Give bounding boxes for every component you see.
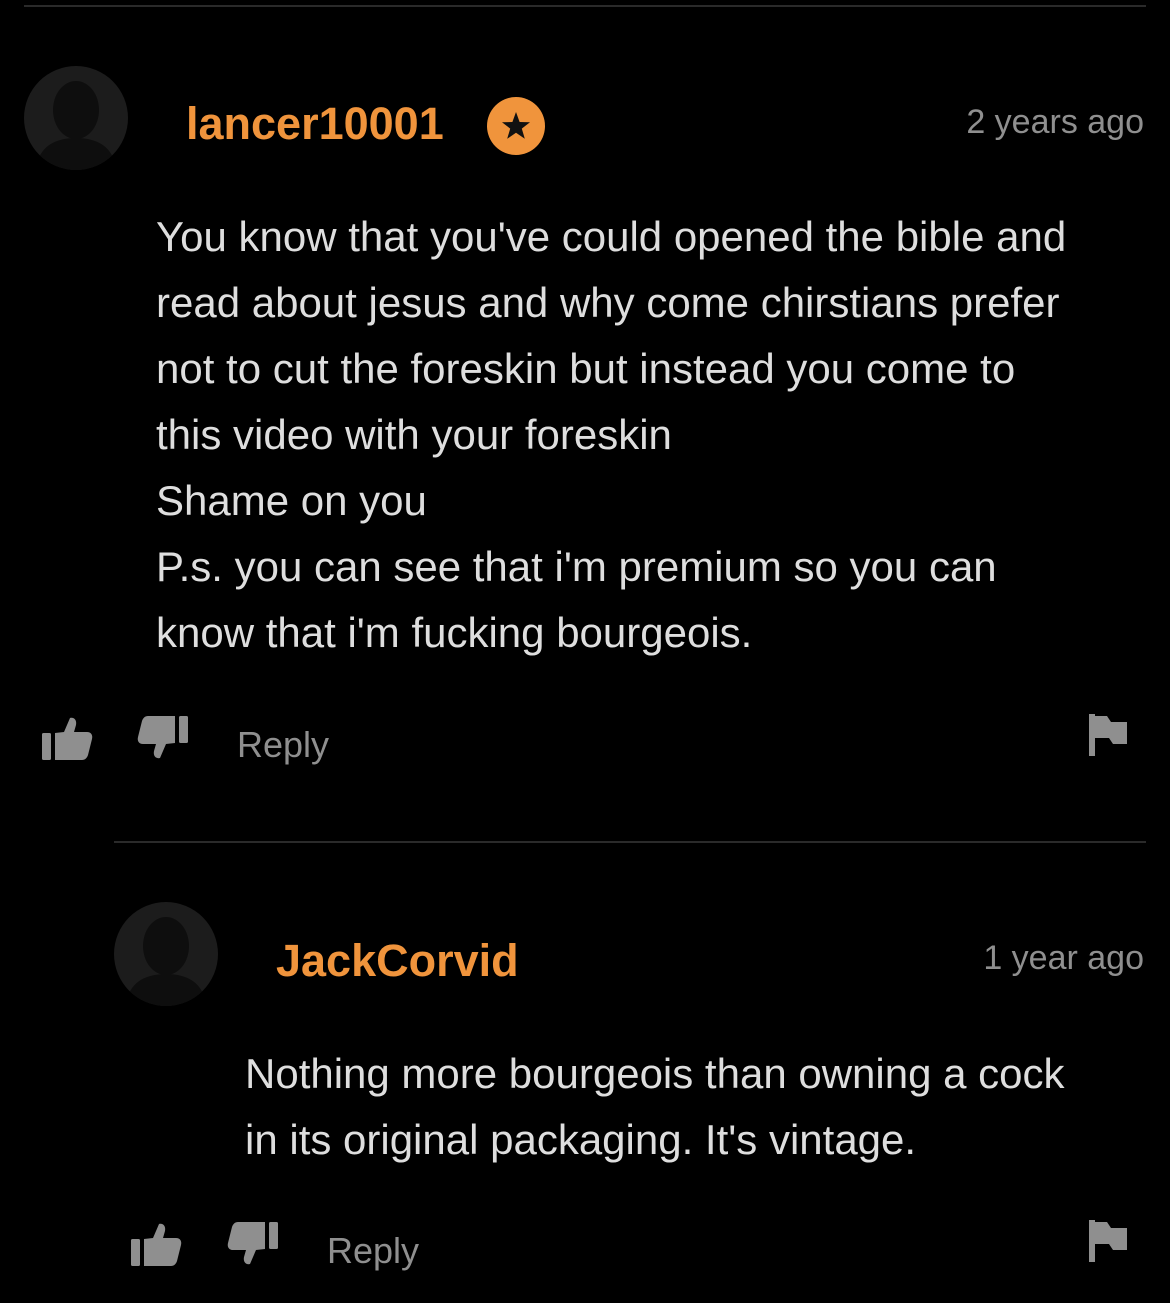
- reply-button[interactable]: Reply: [327, 1233, 419, 1269]
- comment-line: You know that you've could opened the bi…: [156, 213, 1067, 260]
- top-divider: [24, 5, 1146, 7]
- comment-line: Shame on you: [156, 477, 427, 524]
- reply-divider: [114, 841, 1146, 843]
- thumbs-up-icon[interactable]: [129, 1222, 183, 1268]
- comment-line: not to cut the foreskin but instead you …: [156, 345, 1016, 392]
- comment-line: Nothing more bourgeois than owning a coc…: [245, 1050, 1065, 1097]
- username[interactable]: lancer10001: [186, 101, 444, 146]
- timestamp: 2 years ago: [966, 103, 1144, 141]
- comment-line: in its original packaging. It's vintage.: [245, 1116, 917, 1163]
- comment-line: this video with your foreskin: [156, 411, 672, 458]
- flag-icon[interactable]: [1087, 1218, 1129, 1264]
- comment-line: read about jesus and why come chirstians…: [156, 279, 1060, 326]
- user-silhouette-icon: [36, 81, 116, 170]
- username[interactable]: JackCorvid: [276, 938, 519, 983]
- avatar[interactable]: [24, 66, 128, 170]
- comment-text: You know that you've could opened the bi…: [156, 204, 1066, 666]
- thumbs-down-icon[interactable]: [136, 714, 190, 760]
- star-icon: [502, 112, 530, 139]
- comment-line: know that i'm fucking bourgeois.: [156, 609, 753, 656]
- premium-badge: [487, 97, 545, 155]
- thumbs-down-icon[interactable]: [226, 1220, 280, 1266]
- thumbs-up-icon[interactable]: [40, 716, 94, 762]
- user-silhouette-icon: [126, 917, 206, 1006]
- flag-icon[interactable]: [1087, 712, 1129, 758]
- avatar[interactable]: [114, 902, 218, 1006]
- comment-line: P.s. you can see that i'm premium so you…: [156, 543, 997, 590]
- comment-text: Nothing more bourgeois than owning a coc…: [245, 1041, 1065, 1173]
- timestamp: 1 year ago: [983, 939, 1144, 977]
- reply-button[interactable]: Reply: [237, 727, 329, 763]
